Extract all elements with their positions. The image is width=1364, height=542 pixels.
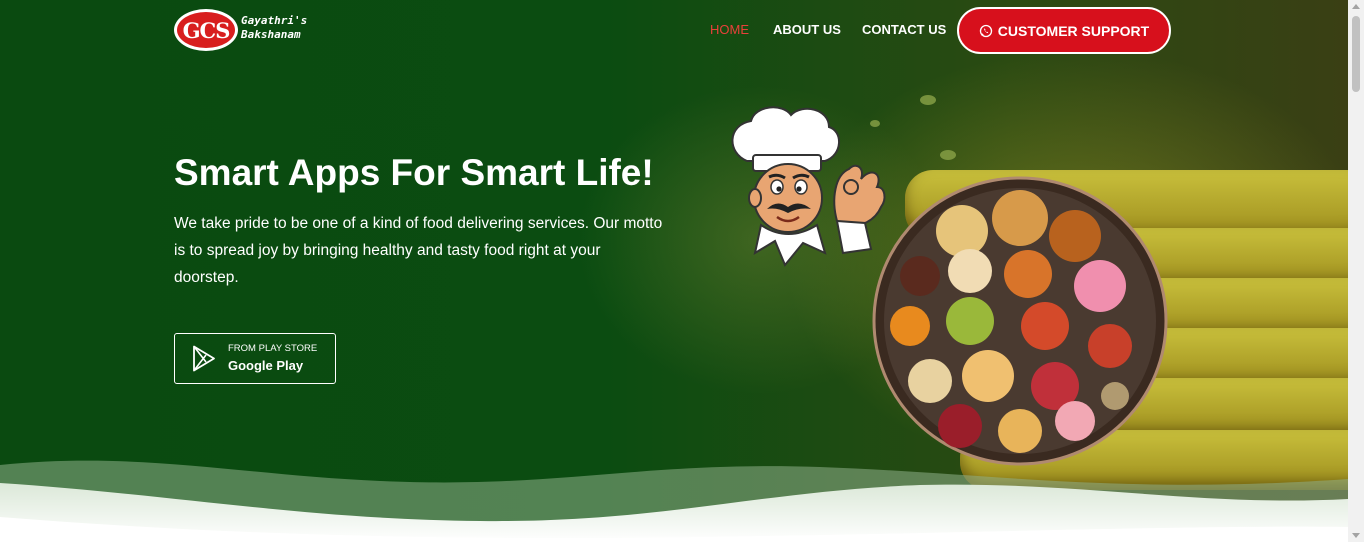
hero-section: GCS Gayathri's Bakshanam HOME ABOUT US C… <box>0 0 1348 542</box>
logo-text: Gayathri's Bakshanam <box>241 14 307 42</box>
customer-support-label: CUSTOMER SUPPORT <box>997 22 1150 39</box>
play-store-big-label: Google Play <box>228 358 304 373</box>
scrollbar-thumb[interactable] <box>1352 16 1360 92</box>
nav-home[interactable]: HOME <box>710 22 749 37</box>
google-play-button[interactable]: FROM PLAY STORE Google Play <box>174 333 336 384</box>
hero-description: We take pride to be one of a kind of foo… <box>174 215 663 286</box>
scroll-up-arrow-icon[interactable] <box>1352 4 1360 9</box>
logo-name-line2: Bakshanam <box>241 28 301 41</box>
google-play-icon <box>193 345 215 372</box>
sweets-platter-image <box>872 176 1168 466</box>
scroll-down-arrow-icon[interactable] <box>1352 533 1360 538</box>
hero-headline: Smart Apps For Smart Life! <box>174 152 654 193</box>
site-logo[interactable]: GCS Gayathri's Bakshanam <box>174 7 324 53</box>
play-store-small-label: FROM PLAY STORE <box>228 343 318 354</box>
page-scrollbar[interactable] <box>1348 0 1364 542</box>
logo-name-line1: Gayathri's <box>241 14 308 27</box>
nav-contact-us[interactable]: CONTACT US <box>862 22 946 37</box>
customer-support-button[interactable]: CUSTOMER SUPPORT <box>957 7 1171 54</box>
whatsapp-icon <box>979 24 992 37</box>
nav-about-us[interactable]: ABOUT US <box>773 22 841 37</box>
bottom-wave-divider <box>0 460 1348 542</box>
logo-badge: GCS <box>174 9 238 51</box>
